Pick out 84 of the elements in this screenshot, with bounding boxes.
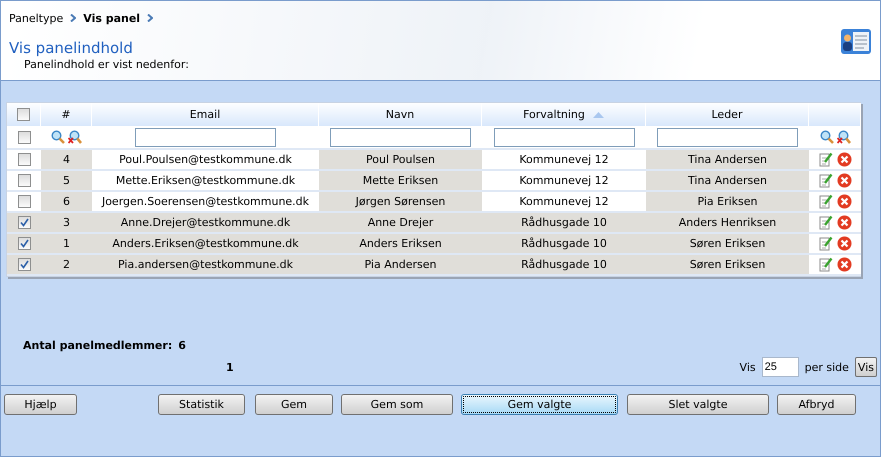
delete-icon[interactable] bbox=[836, 236, 852, 251]
action-button[interactable]: Hjælp bbox=[4, 394, 77, 415]
edit-icon[interactable] bbox=[818, 236, 832, 251]
column-header[interactable]: Forvaltning bbox=[482, 103, 646, 126]
select-all-checkbox[interactable] bbox=[17, 108, 30, 121]
chevron-icon bbox=[70, 14, 76, 22]
page-title: Vis panelindhold bbox=[9, 39, 134, 57]
filter-field[interactable] bbox=[135, 128, 276, 146]
delete-icon[interactable] bbox=[836, 152, 852, 167]
per-page-label: per side bbox=[804, 360, 849, 374]
page-subtitle: Panelindhold er vist nedenfor: bbox=[24, 58, 189, 71]
clear-search-icon[interactable] bbox=[836, 130, 850, 144]
page-number[interactable]: 1 bbox=[226, 360, 234, 374]
breadcrumb-link[interactable]: Paneltype bbox=[9, 12, 64, 24]
action-button[interactable]: Slet valgte bbox=[627, 394, 769, 415]
chevron-icon bbox=[147, 14, 154, 22]
table-cell: 4 bbox=[63, 153, 70, 166]
table-cell: Kommunevej 12 bbox=[519, 174, 609, 187]
table-cell: Mette Eriksen bbox=[362, 174, 438, 187]
search-icon[interactable] bbox=[51, 130, 65, 144]
column-header[interactable]: Leder bbox=[646, 103, 809, 126]
table-cell: Anne Drejer bbox=[368, 216, 434, 229]
action-button[interactable]: Statistik bbox=[158, 394, 245, 415]
member-count-value: 6 bbox=[178, 339, 186, 352]
table-cell: Søren Eriksen bbox=[690, 258, 766, 271]
table-cell: Pia Eriksen bbox=[697, 195, 758, 208]
action-button[interactable]: Gem valgte bbox=[461, 394, 618, 415]
edit-icon[interactable] bbox=[818, 215, 832, 230]
delete-icon[interactable] bbox=[836, 257, 852, 272]
breadcrumb-link[interactable]: Vis panel bbox=[83, 12, 140, 24]
clear-search-icon[interactable] bbox=[68, 130, 82, 144]
row-checkbox[interactable] bbox=[18, 195, 30, 208]
action-button[interactable]: Gem som bbox=[341, 394, 453, 415]
filter-field[interactable] bbox=[657, 128, 798, 146]
row-checkbox[interactable] bbox=[18, 174, 30, 187]
show-label: Vis bbox=[740, 360, 756, 374]
member-count-label: Antal panelmedlemmer: bbox=[23, 339, 172, 352]
table-cell: Anders Henriksen bbox=[678, 216, 776, 229]
row-checkbox[interactable] bbox=[18, 153, 30, 166]
table-cell: Jørgen Sørensen bbox=[356, 195, 446, 208]
table-cell: 1 bbox=[63, 237, 70, 250]
filter-checkbox[interactable] bbox=[18, 130, 30, 144]
table-cell: Joergen.Soerensen@testkommune.dk bbox=[102, 195, 310, 208]
row-checkbox[interactable] bbox=[18, 258, 30, 271]
column-header[interactable]: # bbox=[41, 103, 92, 126]
table-cell: Kommunevej 12 bbox=[519, 153, 609, 166]
table-cell: 6 bbox=[63, 195, 70, 208]
per-page-field[interactable]: 25 bbox=[762, 357, 799, 377]
edit-icon[interactable] bbox=[818, 257, 832, 272]
table-cell: Tina Andersen bbox=[688, 153, 767, 166]
table-cell: 3 bbox=[63, 216, 70, 229]
table-cell: Anders Eriksen bbox=[359, 237, 442, 250]
action-button[interactable]: Afbryd bbox=[777, 394, 856, 415]
table-cell: Søren Eriksen bbox=[690, 237, 766, 250]
table-cell: Anders.Eriksen@testkommune.dk bbox=[112, 237, 299, 250]
table-cell: Kommunevej 12 bbox=[519, 195, 609, 208]
row-checkbox[interactable] bbox=[18, 216, 30, 229]
table-cell: 2 bbox=[63, 258, 70, 271]
delete-icon[interactable] bbox=[836, 173, 852, 188]
table-cell: Pia Andersen bbox=[364, 258, 436, 271]
table-cell: Rådhusgade 10 bbox=[521, 258, 607, 271]
table-cell: Rådhusgade 10 bbox=[521, 237, 607, 250]
contact-card-icon bbox=[840, 28, 872, 56]
table-cell: Pia.andersen@testkommune.dk bbox=[118, 258, 293, 271]
action-button[interactable]: Gem bbox=[255, 394, 333, 415]
edit-icon[interactable] bbox=[818, 173, 832, 188]
edit-icon[interactable] bbox=[818, 152, 832, 167]
table-cell: 5 bbox=[63, 174, 70, 187]
table-cell: Mette.Eriksen@testkommune.dk bbox=[116, 174, 296, 187]
column-header[interactable]: Email bbox=[92, 103, 319, 126]
edit-icon[interactable] bbox=[818, 194, 832, 209]
table-cell: Poul Poulsen bbox=[366, 153, 435, 166]
filter-field[interactable] bbox=[330, 128, 471, 146]
delete-icon[interactable] bbox=[836, 215, 852, 230]
filter-field[interactable] bbox=[494, 128, 634, 146]
row-checkbox[interactable] bbox=[18, 237, 30, 250]
table-cell: Tina Andersen bbox=[688, 174, 767, 187]
show-button[interactable]: Vis bbox=[854, 357, 877, 377]
table-cell: Anne.Drejer@testkommune.dk bbox=[120, 216, 290, 229]
column-header[interactable]: Navn bbox=[319, 103, 482, 126]
table-cell: Rådhusgade 10 bbox=[521, 216, 607, 229]
table-cell: Poul.Poulsen@testkommune.dk bbox=[119, 153, 292, 166]
search-icon[interactable] bbox=[820, 130, 834, 144]
delete-icon[interactable] bbox=[836, 194, 852, 209]
